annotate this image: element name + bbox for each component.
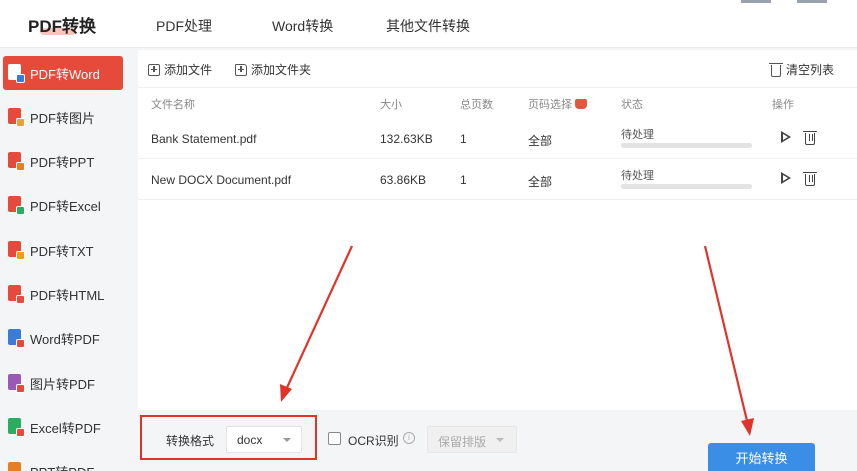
progress-bar [621, 184, 752, 189]
sidebar-item-label: PDF转HTML [30, 288, 105, 303]
col-size: 大小 [380, 99, 402, 111]
tab-pdf-processing[interactable]: PDF处理 [156, 16, 212, 36]
add-file-button[interactable]: 添加文件 [148, 61, 212, 78]
layout-value: 保留排版 [438, 435, 487, 449]
start-convert-button[interactable]: 开始转换 [708, 443, 815, 471]
col-name: 文件名称 [151, 99, 195, 111]
add-file-label: 添加文件 [164, 63, 213, 77]
document-icon [8, 462, 21, 471]
sidebar-item-label: PDF转Excel [30, 199, 101, 215]
file-name: Bank Statement.pdf [151, 132, 257, 146]
brand-title: PDF转换 [28, 17, 96, 36]
status-text: 待处理 [621, 129, 654, 141]
format-tag-icon [16, 427, 25, 437]
info-icon[interactable]: i [403, 432, 415, 444]
table-row[interactable]: New DOCX Document.pdf 63.86KB 1 全部 待处理 [138, 159, 857, 200]
file-type-icon [8, 285, 25, 304]
page-select[interactable]: 全部 [528, 173, 552, 190]
layout-select: 保留排版 [427, 426, 517, 453]
table-row[interactable]: Bank Statement.pdf 132.63KB 1 全部 待处理 [138, 118, 857, 159]
col-page-select: 页码选择 [528, 96, 587, 112]
clear-list-button[interactable]: 清空列表 [769, 61, 835, 78]
clear-list-label: 清空列表 [786, 63, 835, 77]
col-actions: 操作 [772, 99, 794, 111]
sidebar-item-label: PDF转图片 [30, 110, 96, 126]
progress-bar [621, 143, 752, 148]
add-folder-label: 添加文件夹 [251, 63, 312, 77]
page-select[interactable]: 全部 [528, 132, 552, 149]
file-type-icon [8, 63, 25, 83]
annotation-highlight-box [140, 415, 317, 460]
sidebar-item[interactable]: Word转PDF [3, 322, 123, 356]
page-count: 1 [460, 132, 467, 146]
delete-icon[interactable] [803, 131, 817, 145]
sidebar-item-label: 图片转PDF [30, 376, 96, 392]
add-folder-icon [235, 63, 247, 76]
file-type-icon [8, 196, 25, 216]
add-folder-button[interactable]: 添加文件夹 [235, 61, 311, 78]
sidebar: PDF转Word PDF转图片 PDF转PPT PDF转Excel PDF转TXT PDF… [0, 48, 132, 471]
sidebar-item[interactable]: PDF转PPT [3, 145, 123, 179]
status-text: 待处理 [621, 170, 654, 182]
format-tag-icon [16, 250, 25, 260]
format-tag-icon [16, 339, 25, 349]
toolbar: 添加文件 添加文件夹 清空列表 [138, 50, 857, 88]
window-control-bar[interactable] [797, 0, 827, 3]
format-tag-icon [16, 206, 25, 216]
file-type-icon [8, 240, 25, 260]
sidebar-item[interactable]: PDF转HTML [3, 278, 123, 312]
sidebar-item[interactable]: PDF转Word [3, 56, 123, 90]
file-size: 63.86KB [380, 173, 427, 187]
col-status: 状态 [621, 99, 643, 111]
window-control-bar[interactable] [741, 0, 771, 3]
file-size: 132.63KB [380, 132, 433, 146]
file-type-icon [8, 329, 25, 349]
format-tag-icon [16, 383, 25, 393]
sidebar-item-label: PPT转PDF [30, 462, 94, 471]
sidebar-item-label: Excel转PDF [30, 420, 101, 436]
tab-other-convert[interactable]: 其他文件转换 [386, 16, 470, 36]
top-nav: PDF转换 PDF处理 Word转换 其他文件转换 [0, 0, 857, 48]
file-type-icon [8, 152, 25, 172]
sidebar-item[interactable]: PPT转PDF [3, 455, 123, 471]
sidebar-item[interactable]: PDF转Excel [3, 189, 123, 223]
window-controls [737, 0, 857, 8]
file-type-icon [8, 107, 25, 127]
page-count: 1 [460, 173, 467, 187]
table-header: 文件名称 大小 总页数 页码选择 状态 操作 [138, 88, 857, 118]
file-type-icon [8, 462, 25, 471]
sidebar-item-label: PDF转Word [30, 66, 100, 82]
sidebar-item[interactable]: PDF转TXT [3, 233, 123, 267]
ocr-label: OCR识别 [348, 434, 399, 448]
sidebar-item[interactable]: Excel转PDF [3, 410, 123, 444]
tab-word-convert[interactable]: Word转换 [272, 16, 333, 36]
file-type-icon [8, 373, 25, 393]
file-panel: 添加文件 添加文件夹 清空列表 文件名称 大小 总页数 页码选择 状态 操作 B… [138, 50, 857, 410]
sidebar-item[interactable]: PDF转图片 [3, 100, 123, 134]
format-tag-icon [16, 162, 25, 172]
delete-icon[interactable] [803, 172, 817, 186]
sidebar-item-label: Word转PDF [30, 332, 100, 348]
col-page-select-label: 页码选择 [528, 99, 572, 111]
chevron-down-icon [496, 438, 504, 442]
sidebar-item-label: PDF转PPT [30, 155, 95, 171]
file-name: New DOCX Document.pdf [151, 173, 292, 187]
play-icon[interactable] [781, 131, 791, 143]
format-tag-icon [16, 73, 25, 83]
trash-icon [769, 62, 783, 77]
vip-crown-icon [575, 99, 587, 109]
play-icon[interactable] [781, 172, 791, 184]
add-file-icon [148, 63, 160, 76]
app-window: PDF转换 PDF处理 Word转换 其他文件转换 PDF转Word PDF转图片… [0, 0, 857, 471]
ocr-checkbox[interactable] [328, 432, 341, 445]
sidebar-item[interactable]: 图片转PDF [3, 366, 123, 400]
format-tag-icon [16, 117, 25, 127]
file-type-icon [8, 417, 25, 437]
format-tag-icon [16, 295, 25, 304]
sidebar-item-label: PDF转TXT [30, 243, 94, 259]
col-pages: 总页数 [460, 99, 493, 111]
